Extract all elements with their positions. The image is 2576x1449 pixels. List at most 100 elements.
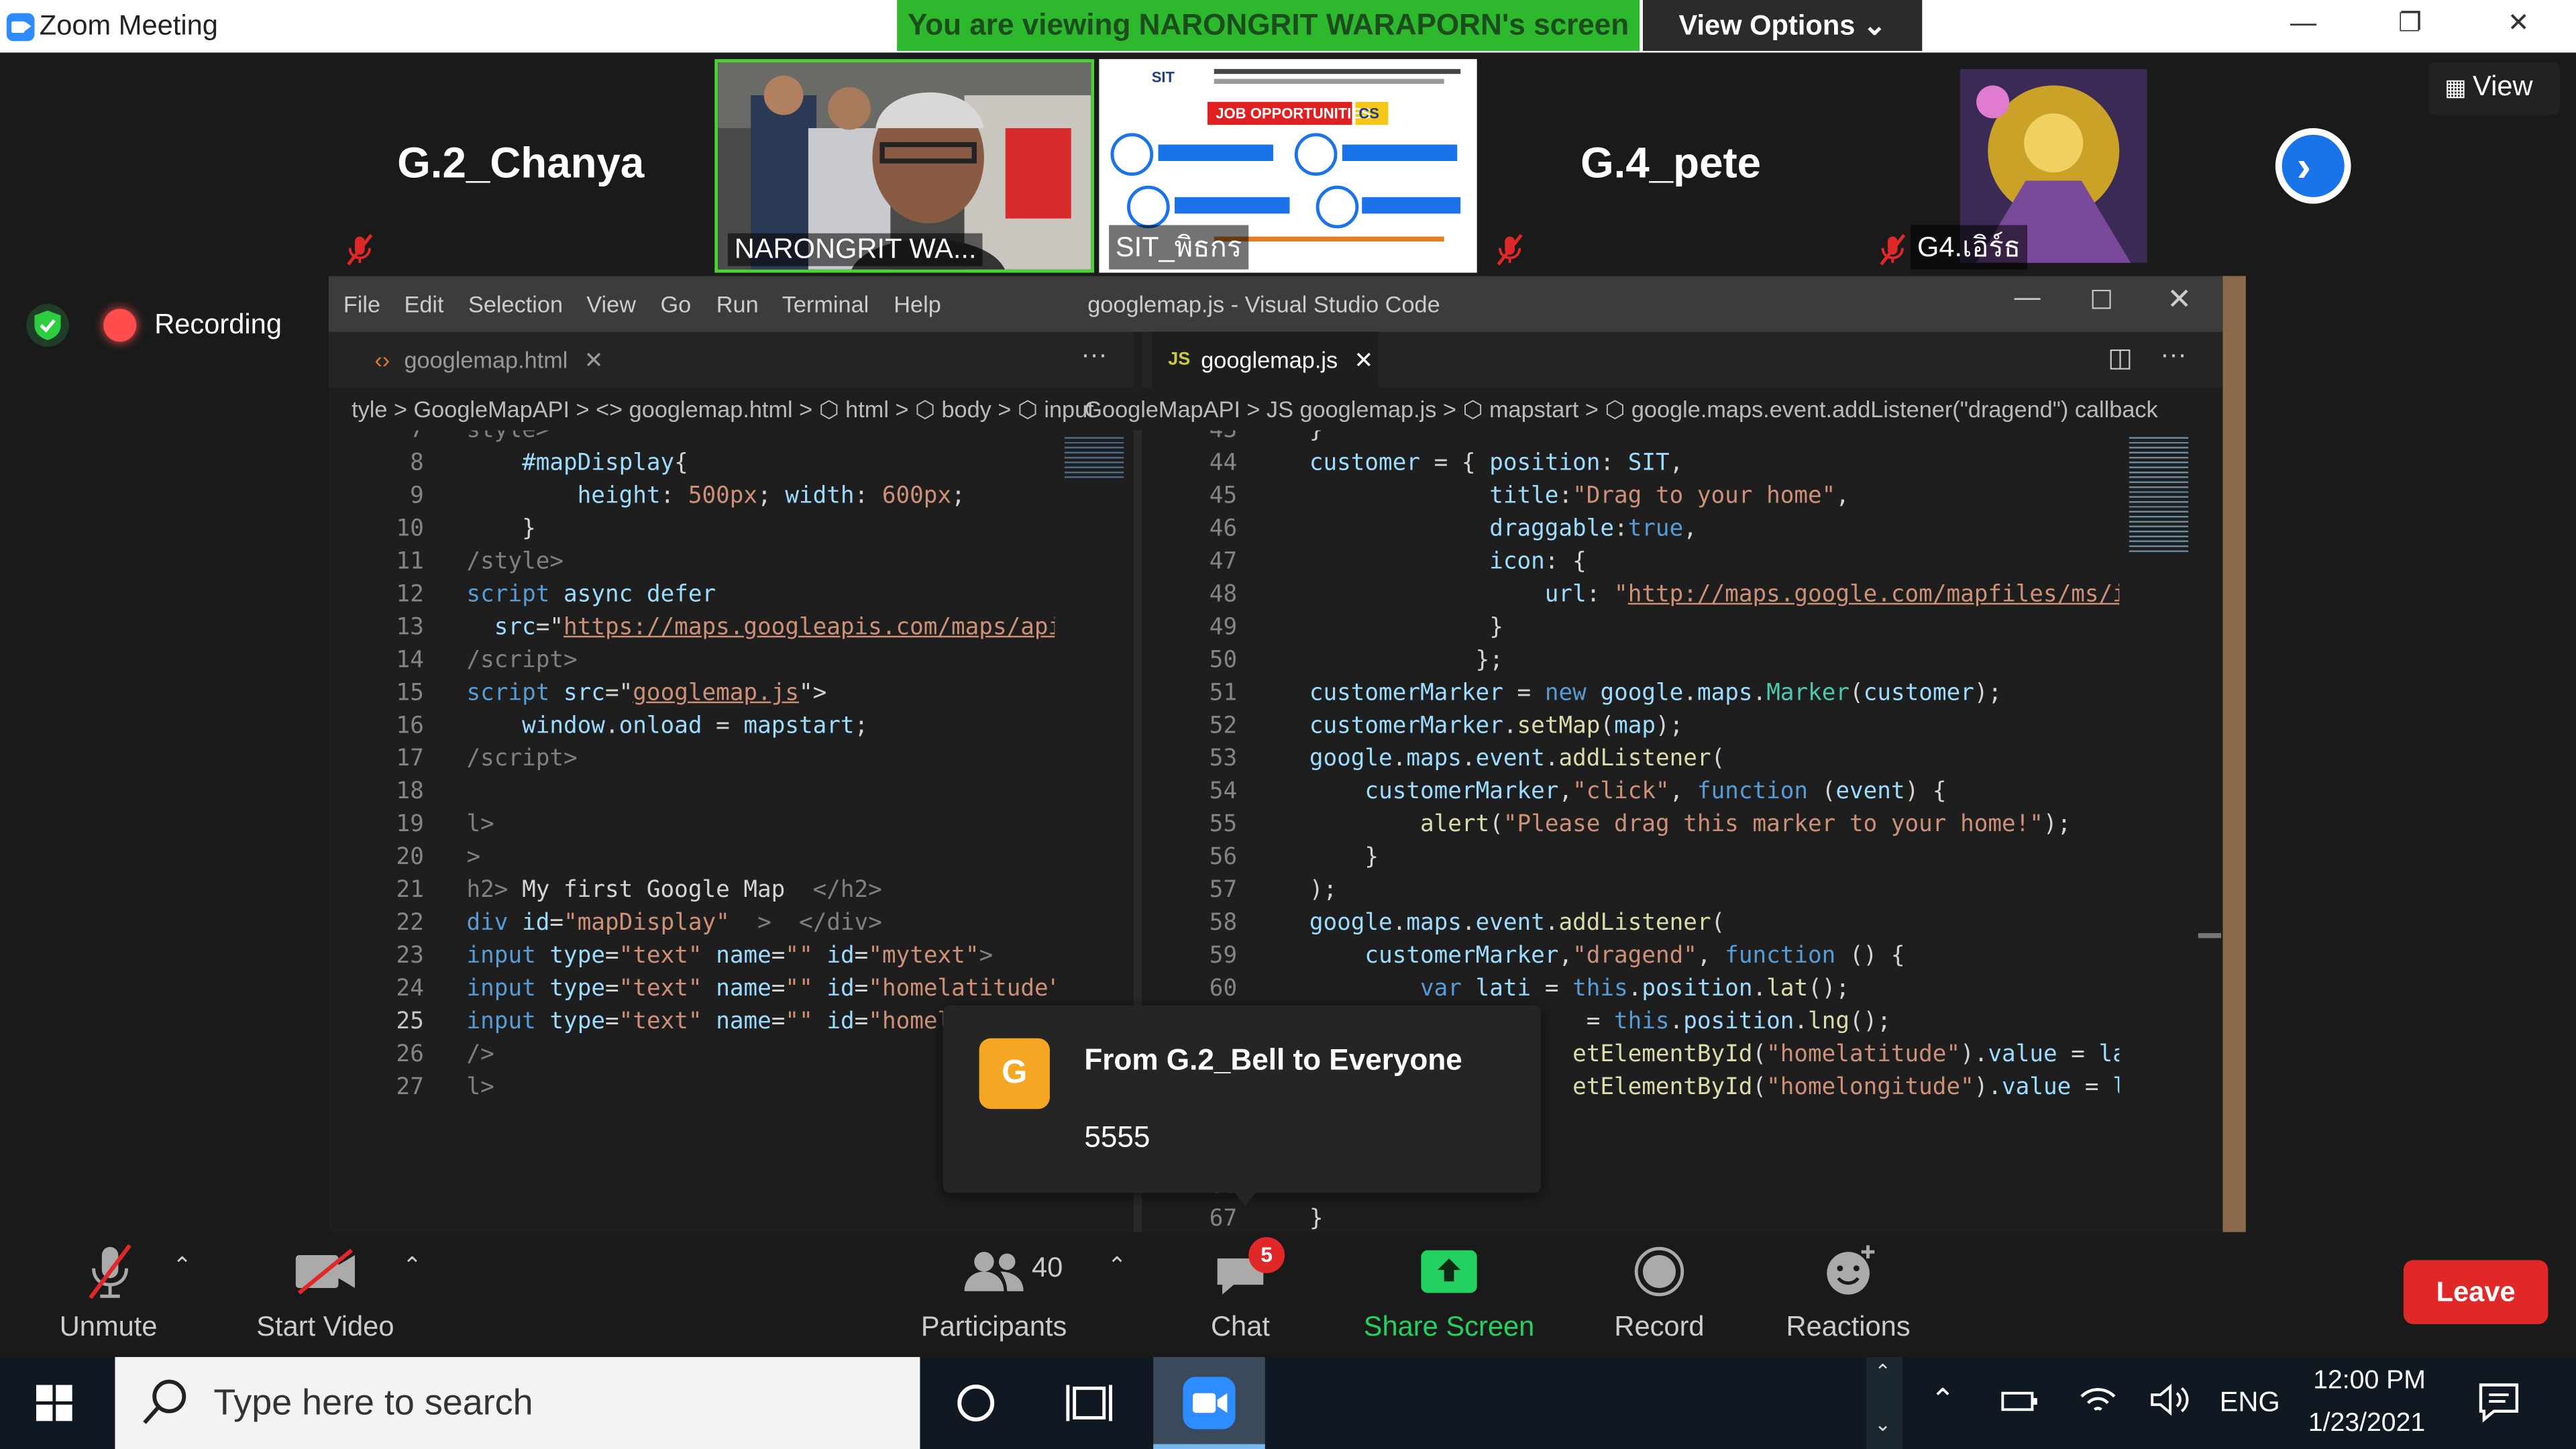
- line-number: 56: [1209, 844, 1238, 871]
- menu-help[interactable]: Help: [894, 290, 941, 317]
- video-options-caret-icon[interactable]: ⌃: [402, 1252, 422, 1280]
- line-number: 20: [396, 844, 424, 871]
- battery-icon[interactable]: [1998, 1383, 2041, 1419]
- close-icon[interactable]: ✕: [584, 347, 604, 373]
- code-line: }: [1309, 614, 1503, 641]
- language-indicator[interactable]: ENG: [2220, 1387, 2280, 1419]
- split-editor-icon[interactable]: ◫: [2108, 341, 2133, 374]
- view-button[interactable]: ▦ View: [2428, 62, 2560, 115]
- code-line: google.maps.event.addListener(: [1309, 745, 1725, 773]
- volume-icon[interactable]: [2147, 1380, 2194, 1419]
- start-video-label: Start Video: [256, 1311, 394, 1342]
- menu-edit[interactable]: Edit: [404, 290, 443, 317]
- share-screen-button[interactable]: Share Screen: [1347, 1232, 1551, 1357]
- participant-tile[interactable]: G4.เอิร์ธ: [1864, 59, 2243, 273]
- tray-overflow-icon[interactable]: ⌃: [1931, 1383, 1955, 1417]
- view-options-button[interactable]: View Options ⌄: [1643, 0, 1923, 51]
- participant-tile-active-speaker[interactable]: NARONGRIT WA...: [714, 59, 1095, 273]
- breadcrumb-right[interactable]: GoogleMapAPI > JS googlemap.js > ⬡ mapst…: [1084, 388, 2222, 431]
- close-icon[interactable]: ✕: [1354, 347, 1373, 373]
- code-line: script src="googlemap.js">: [466, 680, 827, 707]
- clock-time[interactable]: 12:00 PM: [2313, 1367, 2426, 1397]
- shield-icon[interactable]: [26, 304, 69, 347]
- line-number: 49: [1209, 614, 1238, 641]
- line-number: 67: [1209, 1205, 1238, 1232]
- line-number: 9: [410, 483, 424, 510]
- line-number: 50: [1209, 647, 1238, 674]
- reactions-button[interactable]: Reactions: [1774, 1232, 1922, 1357]
- minimize-button[interactable]: —: [2254, 0, 2353, 52]
- code-line: }: [1309, 844, 1379, 871]
- line-number: 48: [1209, 581, 1238, 608]
- task-view-icon[interactable]: [1065, 1380, 1114, 1426]
- code-line: height: 500px; width: 600px;: [577, 483, 965, 510]
- code-line: l>: [466, 811, 494, 838]
- menu-view[interactable]: View: [586, 290, 636, 317]
- code-line: input type="text" name="" id="homelatitu…: [466, 975, 1055, 1002]
- code-line: );: [1309, 877, 1338, 904]
- participant-name: G.2_Chanya: [397, 138, 645, 188]
- more-actions-icon[interactable]: ···: [1081, 341, 1107, 371]
- wifi-icon[interactable]: [2077, 1380, 2120, 1419]
- code-line: }: [1309, 430, 1324, 444]
- line-number: 10: [396, 515, 424, 543]
- participant-tile[interactable]: G.2_Chanya: [331, 59, 710, 273]
- close-button[interactable]: ✕: [2469, 0, 2568, 52]
- js-file-icon: JS: [1168, 350, 1191, 370]
- more-actions-icon[interactable]: ···: [2160, 341, 2186, 371]
- tab-googlemap-html[interactable]: ‹› googlemap.html ✕: [355, 332, 618, 388]
- audio-options-caret-icon[interactable]: ⌃: [172, 1252, 192, 1280]
- notifications-icon[interactable]: [2477, 1380, 2520, 1423]
- chevron-right-icon: ›: [2296, 141, 2311, 191]
- line-number: 53: [1209, 745, 1238, 773]
- sender-avatar: G: [979, 1038, 1050, 1110]
- line-number: 26: [396, 1041, 424, 1068]
- breadcrumb-left[interactable]: tyle > GoogleMapAPI > <> googlemap.html …: [352, 388, 1094, 431]
- taskbar-zoom-app[interactable]: [1153, 1356, 1265, 1449]
- menu-run[interactable]: Run: [716, 290, 759, 317]
- participant-tile[interactable]: SIT JOB OPPORTUNITIES CS SIT_พิธกร: [1099, 59, 1477, 273]
- participants-button[interactable]: 40 Participants: [912, 1232, 1076, 1357]
- leave-button[interactable]: Leave: [2403, 1260, 2548, 1324]
- chat-notification[interactable]: G From G.2_Bell to Everyone 5555: [943, 1005, 1542, 1206]
- taskbar-scroll[interactable]: ⌃ ⌄: [1866, 1356, 1902, 1449]
- windows-start-icon[interactable]: [36, 1385, 72, 1421]
- desktop-background-strip: [2222, 276, 2246, 1232]
- vscode-maximize-icon[interactable]: ☐: [2090, 284, 2113, 317]
- tab-label: googlemap.js: [1201, 346, 1338, 373]
- line-number: 45: [1209, 483, 1238, 510]
- share-screen-icon: [1421, 1250, 1477, 1293]
- record-button[interactable]: Record: [1594, 1232, 1725, 1357]
- start-video-button[interactable]: Start Video: [243, 1232, 407, 1357]
- line-number: 46: [1209, 515, 1238, 543]
- unmute-button[interactable]: Unmute: [33, 1232, 184, 1357]
- zoom-app-icon: [1183, 1377, 1236, 1430]
- menu-selection[interactable]: Selection: [468, 290, 563, 317]
- participants-caret-icon[interactable]: ⌃: [1108, 1252, 1127, 1280]
- menu-file[interactable]: File: [343, 290, 380, 317]
- participants-icon: [964, 1252, 1024, 1291]
- menu-go[interactable]: Go: [660, 290, 691, 317]
- clock-date[interactable]: 1/23/2021: [2308, 1409, 2425, 1439]
- tab-googlemap-js[interactable]: JS googlemap.js ✕: [1151, 331, 1379, 388]
- window-title: Zoom Meeting: [39, 9, 218, 42]
- vscode-close-icon[interactable]: ✕: [2167, 282, 2192, 317]
- cortana-icon[interactable]: [955, 1382, 998, 1425]
- scrollbar-thumb[interactable]: [2198, 933, 2222, 938]
- slide-heading: JOB OPPORTUNITIES: [1216, 105, 1371, 122]
- restore-button[interactable]: ❐: [2361, 0, 2459, 52]
- code-line: input type="text" name="" id="mytext">: [466, 943, 994, 969]
- vscode-minimize-icon[interactable]: —: [2014, 284, 2040, 314]
- muted-mic-icon: [1497, 233, 1523, 266]
- menu-terminal[interactable]: Terminal: [782, 290, 869, 317]
- line-number: 15: [396, 680, 424, 707]
- line-number: 17: [396, 745, 424, 773]
- line-number: 44: [1209, 450, 1238, 477]
- line-number: 19: [396, 811, 424, 838]
- chat-message: 5555: [1084, 1120, 1150, 1154]
- line-number: 14: [396, 647, 424, 674]
- line-number: 13: [396, 614, 424, 641]
- next-page-button[interactable]: ›: [2275, 128, 2351, 204]
- participant-tile[interactable]: G.4_pete: [1481, 59, 1860, 273]
- grid-icon: ▦: [2445, 74, 2473, 101]
